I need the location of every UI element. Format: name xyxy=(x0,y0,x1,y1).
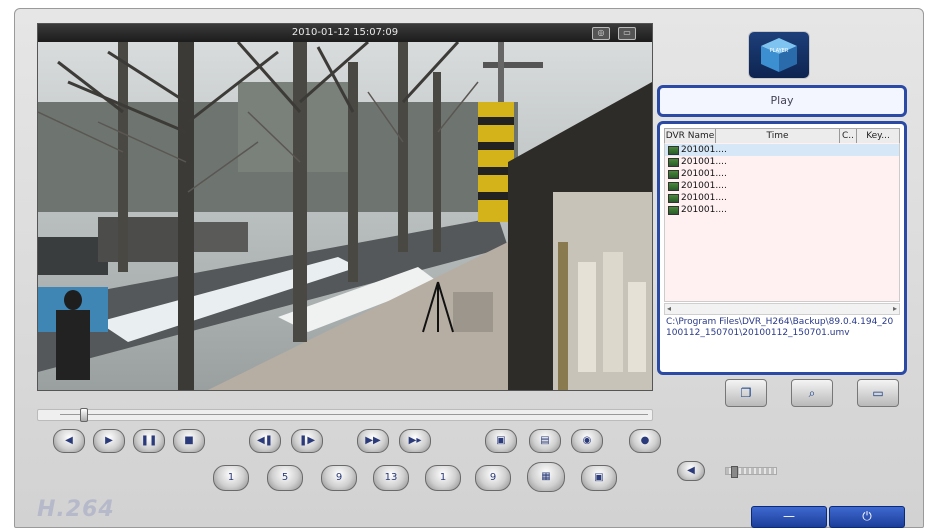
minimize-button[interactable]: — xyxy=(751,506,827,528)
file-row[interactable]: 201001.... xyxy=(665,144,899,156)
file-name: 201001.... xyxy=(681,169,727,179)
file-list-panel: DVR Name Time C.. Key... 201001.... 2010… xyxy=(657,121,907,375)
file-row[interactable]: 201001.... xyxy=(665,192,899,204)
status-display: Play xyxy=(657,85,907,117)
search-icon: ⌕ xyxy=(808,386,816,400)
capture-button[interactable]: ◉ xyxy=(571,429,603,453)
pause-icon: ❚❚ xyxy=(140,435,158,446)
file-path: C:\Program Files\DVR_H264\Backup\89.0.4.… xyxy=(666,317,894,338)
fast-forward-icon: ▶▶ xyxy=(365,435,381,446)
file-name: 201001.... xyxy=(681,157,727,167)
folder-icon: ❐ xyxy=(740,386,752,400)
slow-button[interactable]: ▶▸ xyxy=(399,429,431,453)
column-dvr-name[interactable]: DVR Name xyxy=(665,129,716,143)
print-icon: ▭ xyxy=(872,386,884,400)
record-icon: ● xyxy=(640,435,650,446)
file-name: 201001.... xyxy=(681,181,727,191)
file-list-header: DVR Name Time C.. Key... xyxy=(664,128,900,144)
layout-16-icon: ▦ xyxy=(541,471,551,482)
file-icon xyxy=(668,182,679,191)
step-back-icon: ◀❚ xyxy=(256,435,274,446)
volume-slider[interactable] xyxy=(725,466,777,478)
layout-9b-button[interactable]: 9 xyxy=(475,465,511,491)
power-button[interactable]: ⏻ xyxy=(829,506,905,528)
step-back-button[interactable]: ◀❚ xyxy=(249,429,281,453)
column-time[interactable]: Time xyxy=(716,129,840,143)
file-name: 201001.... xyxy=(681,205,727,215)
file-name: 201001.... xyxy=(681,193,727,203)
scroll-left-icon[interactable]: ◂ xyxy=(667,304,671,314)
file-name: 201001.... xyxy=(681,145,727,155)
column-key[interactable]: Key... xyxy=(857,129,899,143)
file-list-body: 201001.... 201001.... 201001.... 201001.… xyxy=(664,143,900,302)
volume-button[interactable]: ◀ xyxy=(677,461,705,481)
pause-button[interactable]: ❚❚ xyxy=(133,429,165,453)
player-window: 2010-01-12 15:07:09 ◎ ▭ PLAYER Play DVR … xyxy=(14,8,924,528)
column-c[interactable]: C.. xyxy=(840,129,857,143)
seek-track-line xyxy=(60,414,648,415)
logo-text: PLAYER xyxy=(770,48,789,54)
search-button[interactable]: ⌕ xyxy=(791,379,833,407)
layout-13-button[interactable]: 13 xyxy=(373,465,409,491)
snapshot-icon: ▣ xyxy=(496,435,506,446)
file-list-scrollbar[interactable]: ◂ ▸ xyxy=(664,303,900,315)
layout-multi-icon: ▣ xyxy=(594,472,604,483)
brand-logo: H.264 xyxy=(37,497,115,522)
video-timestamp: 2010-01-12 15:07:09 xyxy=(291,27,399,38)
file-icon xyxy=(668,194,679,203)
snapshot-button[interactable]: ▣ xyxy=(485,429,517,453)
open-folder-button[interactable]: ❐ xyxy=(725,379,767,407)
slow-icon: ▶▸ xyxy=(408,435,422,446)
prev-icon: ◀ xyxy=(65,435,73,446)
file-icon xyxy=(668,170,679,179)
step-forward-button[interactable]: ❚▶ xyxy=(291,429,323,453)
video-frame[interactable] xyxy=(38,42,652,390)
layout-9-icon: 9 xyxy=(335,472,343,483)
file-icon xyxy=(668,146,679,155)
layout-13-icon: 13 xyxy=(384,472,398,483)
layout-9-button[interactable]: 9 xyxy=(321,465,357,491)
print-frame-icon: ▤ xyxy=(540,435,550,446)
layout-16-button[interactable]: ▦ xyxy=(527,462,565,492)
layout-multi-button[interactable]: ▣ xyxy=(581,465,617,491)
scroll-right-icon[interactable]: ▸ xyxy=(893,304,897,314)
fast-forward-button[interactable]: ▶▶ xyxy=(357,429,389,453)
prev-button[interactable]: ◀ xyxy=(53,429,85,453)
power-icon: ⏻ xyxy=(862,509,872,523)
status-label: Play xyxy=(770,94,794,107)
volume-thumb[interactable] xyxy=(730,466,738,478)
layout-1b-icon: 1 xyxy=(439,472,447,483)
step-forward-icon: ❚▶ xyxy=(298,435,316,446)
capture-icon: ◉ xyxy=(582,435,592,446)
layout-5-icon: 5 xyxy=(281,472,289,483)
speaker-icon: ◀ xyxy=(687,465,695,476)
video-panel: 2010-01-12 15:07:09 ◎ ▭ xyxy=(37,23,653,391)
stop-button[interactable]: ■ xyxy=(173,429,205,453)
file-row[interactable]: 201001.... xyxy=(665,180,899,192)
seek-thumb[interactable] xyxy=(80,408,89,422)
file-icon xyxy=(668,158,679,167)
player-cube-icon: PLAYER xyxy=(748,31,810,79)
stop-icon: ■ xyxy=(184,435,194,446)
print-button[interactable]: ▭ xyxy=(857,379,899,407)
minimize-icon: — xyxy=(783,509,795,523)
file-row[interactable]: 201001.... xyxy=(665,168,899,180)
file-row[interactable]: 201001.... xyxy=(665,204,899,216)
layout-9b-icon: 9 xyxy=(489,472,497,483)
seek-bar[interactable] xyxy=(37,408,653,422)
print-frame-button[interactable]: ▤ xyxy=(529,429,561,453)
play-button[interactable]: ▶ xyxy=(93,429,125,453)
layout-1b-button[interactable]: 1 xyxy=(425,465,461,491)
layout-1-icon: 1 xyxy=(227,472,235,483)
file-row[interactable]: 201001.... xyxy=(665,156,899,168)
monitor-icon[interactable]: ▭ xyxy=(618,27,636,40)
record-button[interactable]: ● xyxy=(629,429,661,453)
layout-5-button[interactable]: 5 xyxy=(267,465,303,491)
camera-icon[interactable]: ◎ xyxy=(592,27,610,40)
video-frame-image xyxy=(38,42,652,390)
file-icon xyxy=(668,206,679,215)
play-icon: ▶ xyxy=(105,435,113,446)
layout-1-button[interactable]: 1 xyxy=(213,465,249,491)
video-titlebar: 2010-01-12 15:07:09 ◎ ▭ xyxy=(38,24,652,42)
